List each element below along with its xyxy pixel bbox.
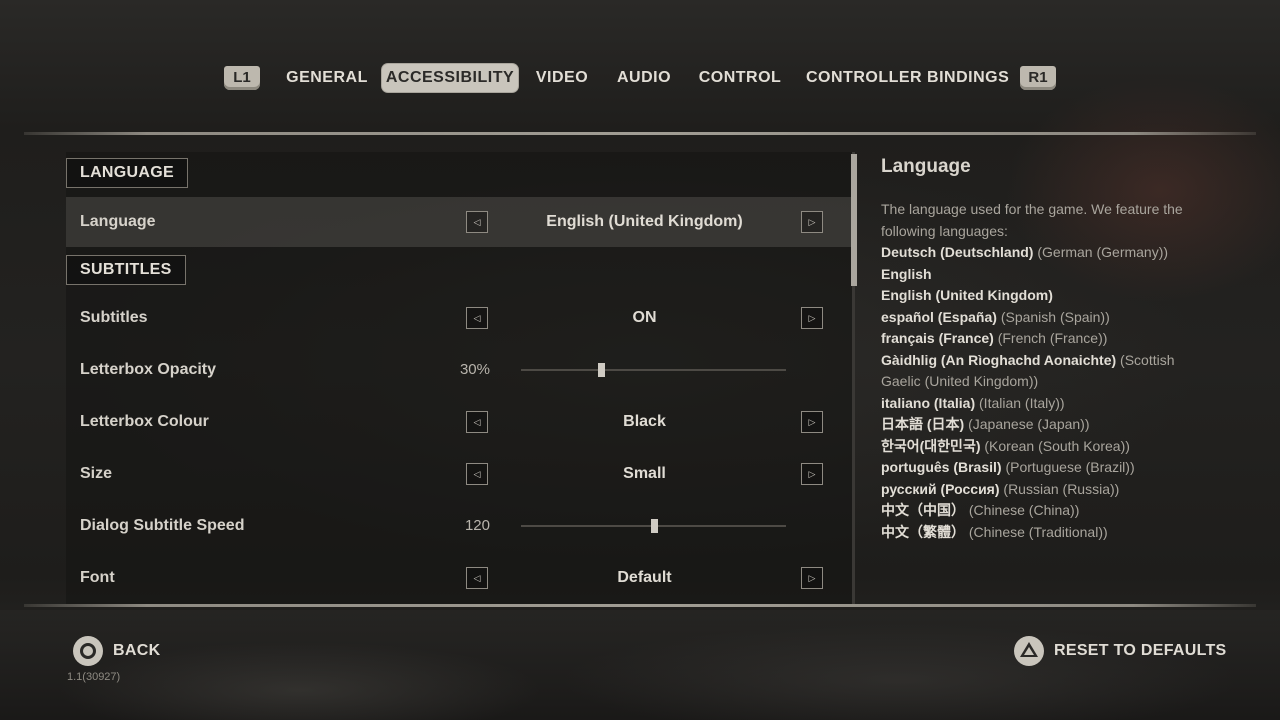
setting-size[interactable]: Size ◁ Small ▷	[66, 449, 852, 499]
slider-value: 30%	[459, 361, 490, 378]
language-list-item: português (Brasil) (Portuguese (Brazil))	[881, 457, 1211, 479]
tab-general[interactable]: GENERAL	[286, 64, 368, 92]
language-native-name: 中文（繁體）	[881, 523, 965, 540]
r1-bumper-icon[interactable]: R1	[1020, 66, 1056, 90]
language-native-name: 中文（中国）	[881, 502, 965, 518]
language-list-item: English (United Kingdom)	[881, 285, 1211, 307]
language-native-name: Gàidhlig (An Rìoghachd Aonaichte)	[881, 351, 1117, 368]
tab-bar: L1 GENERAL ACCESSIBILITY VIDEO AUDIO CON…	[0, 64, 1280, 92]
slider-thumb[interactable]	[597, 363, 605, 377]
circle-button-icon	[73, 636, 103, 666]
right-arrow-icon[interactable]: ▷	[801, 211, 823, 233]
section-language-header: LANGUAGE	[66, 158, 188, 188]
language-english-name: (Chinese (Traditional))	[968, 523, 1108, 540]
setting-value: Default	[617, 569, 672, 586]
tab-audio[interactable]: AUDIO	[612, 64, 676, 92]
setting-value: English (United Kingdom)	[546, 213, 743, 230]
back-button[interactable]: BACK	[73, 636, 160, 666]
setting-label: Dialog Subtitle Speed	[80, 517, 245, 534]
language-english-name: (Japanese (Japan))	[968, 416, 1090, 432]
left-arrow-icon[interactable]: ◁	[466, 307, 488, 329]
language-english-name: (Russian (Russia))	[1003, 480, 1120, 497]
language-native-name: 日本語 (日本)	[881, 416, 965, 432]
setting-label: Letterbox Colour	[80, 413, 209, 430]
language-list-item: 中文（繁體） (Chinese (Traditional))	[881, 522, 1211, 544]
language-list: Deutsch (Deutschland) (German (Germany))…	[881, 242, 1211, 543]
right-arrow-icon[interactable]: ▷	[801, 463, 823, 485]
setting-label: Letterbox Opacity	[80, 361, 217, 378]
section-subtitles-header: SUBTITLES	[66, 255, 186, 285]
language-native-name: português (Brasil)	[881, 459, 1002, 475]
language-native-name: 한국어(대한민국)	[881, 437, 981, 454]
language-list-item: Deutsch (Deutschland) (German (Germany))	[881, 242, 1211, 264]
language-native-name: English	[881, 265, 932, 282]
language-list-item: 中文（中国） (Chinese (China))	[881, 500, 1211, 522]
back-label: BACK	[113, 642, 161, 660]
slider-track[interactable]	[521, 519, 786, 533]
setting-value: Black	[623, 413, 666, 430]
setting-label: Size	[80, 465, 113, 482]
right-arrow-icon[interactable]: ▷	[801, 307, 823, 329]
tab-controller-bindings[interactable]: CONTROLLER BINDINGS	[806, 64, 1009, 92]
right-arrow-icon[interactable]: ▷	[801, 567, 823, 589]
setting-letterbox-colour[interactable]: Letterbox Colour ◁ Black ▷	[66, 397, 852, 447]
setting-label: Subtitles	[80, 309, 148, 326]
reset-label: RESET TO DEFAULTS	[1054, 642, 1227, 660]
left-arrow-icon[interactable]: ◁	[466, 463, 488, 485]
setting-label: Font	[80, 569, 115, 586]
left-arrow-icon[interactable]: ◁	[466, 411, 488, 433]
language-native-name: Deutsch (Deutschland)	[881, 244, 1034, 260]
setting-letterbox-opacity[interactable]: Letterbox Opacity 30%	[66, 345, 852, 395]
language-english-name: (German (Germany))	[1037, 244, 1169, 260]
scrollbar-thumb[interactable]	[851, 154, 857, 286]
language-list-item: 한국어(대한민국) (Korean (South Korea))	[881, 436, 1211, 458]
language-english-name: (Chinese (China))	[968, 502, 1080, 518]
slider-track[interactable]	[521, 363, 786, 377]
setting-dialog-subtitle-speed[interactable]: Dialog Subtitle Speed 120	[66, 501, 852, 551]
setting-label: Language	[80, 213, 156, 230]
language-list-item: français (France) (French (France))	[881, 328, 1211, 350]
left-arrow-icon[interactable]: ◁	[466, 211, 488, 233]
left-arrow-icon[interactable]: ◁	[466, 567, 488, 589]
language-english-name: (Korean (South Korea))	[984, 437, 1130, 454]
language-native-name: русский (Россия)	[881, 480, 1000, 497]
language-list-item: 日本語 (日本) (Japanese (Japan))	[881, 414, 1211, 436]
reset-to-defaults-button[interactable]: RESET TO DEFAULTS	[1014, 636, 1227, 666]
info-description: The language used for the game. We featu…	[881, 201, 1183, 239]
version-label: 1.1(30927)	[67, 671, 121, 683]
language-english-name: (French (France))	[997, 330, 1108, 346]
language-native-name: français (France)	[881, 330, 994, 346]
language-english-name: (Italian (Italy))	[979, 394, 1065, 411]
language-native-name: English (United Kingdom)	[881, 287, 1053, 303]
top-divider	[24, 132, 1256, 135]
language-list-item: italiano (Italia) (Italian (Italy))	[881, 393, 1211, 415]
setting-language[interactable]: Language ◁ English (United Kingdom) ▷	[66, 197, 852, 247]
tab-video[interactable]: VIDEO	[532, 64, 592, 92]
language-english-name: (Portuguese (Brazil))	[1005, 459, 1135, 475]
tab-accessibility[interactable]: ACCESSIBILITY	[382, 64, 518, 92]
setting-value: Small	[623, 465, 666, 482]
language-native-name: español (España)	[881, 308, 997, 325]
tab-control[interactable]: CONTROL	[696, 64, 784, 92]
triangle-button-icon	[1014, 636, 1044, 666]
info-title: Language	[881, 156, 971, 177]
language-list-item: русский (Россия) (Russian (Russia))	[881, 479, 1211, 501]
language-native-name: italiano (Italia)	[881, 394, 976, 411]
setting-subtitles[interactable]: Subtitles ◁ ON ▷	[66, 293, 852, 343]
right-arrow-icon[interactable]: ▷	[801, 411, 823, 433]
bottom-divider	[24, 604, 1256, 607]
setting-font[interactable]: Font ◁ Default ▷	[66, 553, 852, 603]
slider-thumb[interactable]	[650, 519, 658, 533]
setting-value: ON	[632, 309, 657, 326]
l1-bumper-icon[interactable]: L1	[224, 66, 260, 90]
language-list-item: English	[881, 264, 1211, 286]
language-list-item: español (España) (Spanish (Spain))	[881, 307, 1211, 329]
slider-value: 120	[464, 517, 490, 534]
language-english-name: (Spanish (Spain))	[1000, 308, 1110, 325]
language-list-item: Gàidhlig (An Rìoghachd Aonaichte) (Scott…	[881, 350, 1211, 393]
